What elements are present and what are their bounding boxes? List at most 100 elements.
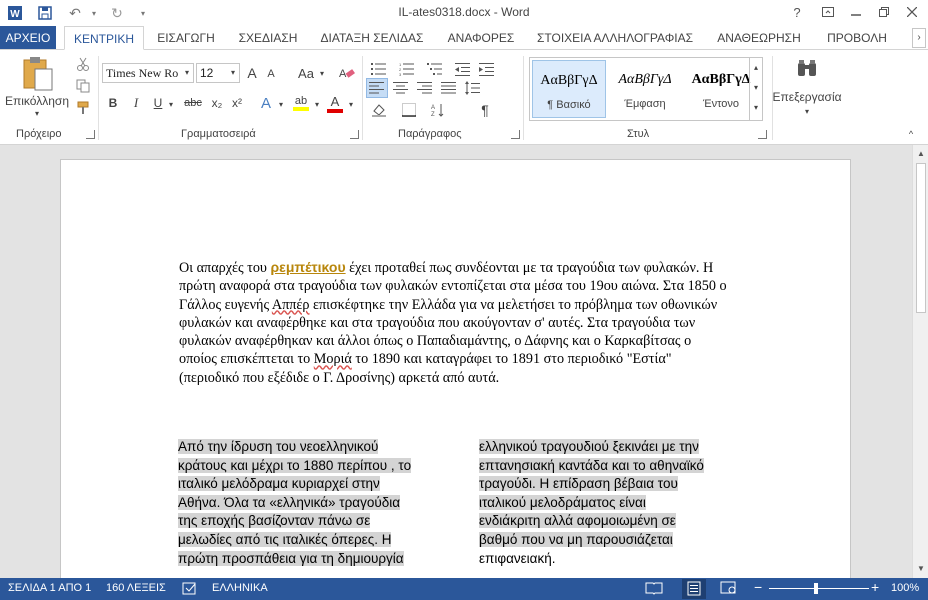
editing-button[interactable]: Επεξεργασία	[772, 90, 841, 104]
editing-dropdown-icon[interactable]: ▾	[801, 106, 813, 116]
style-normal[interactable]: ΑαΒβΓγΔ ¶ Βασικό	[532, 60, 606, 118]
tab-view[interactable]: ΠΡΟΒΟΛΗ	[818, 26, 896, 50]
highlight-button[interactable]: ab	[290, 92, 312, 114]
tab-design[interactable]: ΣΧΕΔΙΑΣΗ	[230, 26, 306, 50]
superscript-button[interactable]: x²	[228, 94, 246, 112]
change-case-button[interactable]: Aa	[294, 64, 318, 82]
tab-page-layout[interactable]: ΔΙΑΤΑΞΗ ΣΕΛΙΔΑΣ	[316, 26, 428, 50]
shrink-font-button[interactable]: A	[263, 66, 279, 82]
tabs-scroll-right-icon[interactable]: ›	[912, 28, 926, 48]
tab-mailings[interactable]: ΣΤΟΙΧΕΙΑ ΑΛΛΗΛΟΓΡΑΦΙΑΣ	[532, 26, 698, 50]
format-painter-icon[interactable]	[74, 100, 92, 116]
scroll-up-icon[interactable]: ▲	[915, 147, 927, 161]
numbering-icon[interactable]: 123	[396, 60, 418, 78]
clear-formatting-icon[interactable]: A	[337, 64, 357, 82]
proofing-icon[interactable]	[182, 582, 198, 598]
clipboard-launcher-icon[interactable]	[86, 130, 95, 139]
zoom-slider[interactable]	[769, 588, 869, 589]
change-case-dropdown-icon[interactable]: ▾	[317, 67, 327, 79]
highlight-dropdown-icon[interactable]: ▾	[312, 98, 322, 110]
document-area[interactable]: Οι απαρχές του ρεμπέτικου έχει προταθεί …	[0, 145, 912, 578]
tab-references[interactable]: ΑΝΑΦΟΡΕΣ	[440, 26, 522, 50]
intro-paragraph[interactable]: Οι απαρχές του ρεμπέτικου έχει προταθεί …	[179, 258, 729, 387]
font-name-box[interactable]: Times New Ro ▾	[102, 63, 194, 83]
text-effects-button[interactable]: A	[256, 94, 276, 112]
close-icon[interactable]	[899, 2, 925, 22]
underline-button[interactable]: U	[150, 94, 166, 112]
decrease-indent-icon[interactable]	[452, 60, 474, 78]
zoom-out-button[interactable]: −	[754, 579, 762, 595]
bullets-icon[interactable]	[368, 60, 390, 78]
justify-icon[interactable]	[438, 78, 460, 98]
column-line: μελωδίες από τις ιταλικές όπερες. Η	[178, 531, 448, 550]
font-name-dropdown-icon[interactable]: ▾	[181, 64, 193, 82]
strikethrough-button[interactable]: abc	[180, 94, 206, 112]
restore-icon[interactable]	[871, 2, 897, 22]
cut-icon[interactable]	[74, 56, 92, 72]
find-binoculars-icon[interactable]	[792, 54, 822, 84]
styles-launcher-icon[interactable]	[758, 130, 767, 139]
paragraph-launcher-icon[interactable]	[511, 130, 520, 139]
styles-down-icon[interactable]: ▾	[750, 78, 762, 98]
scroll-thumb[interactable]	[916, 163, 926, 313]
zoom-in-button[interactable]: +	[871, 579, 879, 595]
text-effects-dropdown-icon[interactable]: ▾	[276, 98, 286, 110]
bold-button[interactable]: B	[105, 94, 121, 112]
column-line: Από την ίδρυση του νεοελληνικού	[178, 438, 448, 457]
font-size-box[interactable]: 12 ▾	[196, 63, 240, 83]
font-color-dropdown-icon[interactable]: ▾	[346, 98, 356, 110]
multilevel-list-icon[interactable]	[424, 60, 446, 78]
intro-text-start: Οι απαρχές του	[179, 260, 271, 276]
line-spacing-icon[interactable]	[462, 78, 484, 98]
underline-dropdown-icon[interactable]: ▾	[166, 98, 176, 110]
borders-icon[interactable]	[396, 100, 422, 120]
paste-icon[interactable]	[18, 54, 58, 94]
tab-file[interactable]: ΑΡΧΕΙΟ	[0, 26, 56, 50]
read-mode-icon[interactable]	[645, 581, 663, 598]
tab-review[interactable]: ΑΝΑΘΕΩΡΗΣΗ	[710, 26, 808, 50]
spelling-error-word[interactable]: Αππέρ	[272, 297, 310, 313]
styles-up-icon[interactable]: ▴	[750, 58, 762, 78]
minimize-icon[interactable]	[843, 2, 869, 22]
style-emphasis-sample: ΑαΒβΓγΔ	[618, 72, 672, 87]
shading-icon[interactable]	[366, 100, 392, 120]
italic-button[interactable]: I	[128, 94, 144, 112]
copy-icon[interactable]	[74, 78, 92, 94]
vertical-scrollbar[interactable]: ▲ ▼	[912, 145, 928, 578]
help-button[interactable]: ?	[784, 2, 810, 22]
tab-home[interactable]: ΚΕΝΤΡΙΚΗ	[64, 26, 144, 50]
zoom-level[interactable]: 100%	[891, 582, 919, 594]
font-size-dropdown-icon[interactable]: ▾	[227, 64, 239, 82]
ribbon-display-icon[interactable]	[815, 2, 841, 22]
align-left-icon[interactable]	[366, 78, 388, 98]
spelling-error-word[interactable]: Μοριά	[314, 351, 352, 367]
language[interactable]: ΕΛΛΗΝΙΚΑ	[212, 582, 268, 594]
paste-dropdown-icon[interactable]: ▾	[30, 108, 44, 118]
zoom-slider-thumb[interactable]	[814, 583, 818, 594]
paste-button[interactable]: Επικόλληση	[2, 94, 72, 108]
scroll-down-icon[interactable]: ▼	[915, 562, 927, 576]
print-layout-icon[interactable]	[682, 579, 706, 599]
style-emphasis-name: Έμφαση	[624, 98, 666, 110]
grow-font-button[interactable]: A	[244, 64, 260, 82]
document-page[interactable]: Οι απαρχές του ρεμπέτικου έχει προταθεί …	[60, 159, 851, 578]
collapse-ribbon-icon[interactable]: ^	[904, 128, 918, 140]
style-strong[interactable]: ΑαΒβΓγΔ Έντονο	[684, 60, 758, 118]
left-column[interactable]: Από την ίδρυση του νεοελληνικού κράτους κ…	[178, 438, 448, 568]
word-count[interactable]: 160 ΛΕΞΕΙΣ	[106, 582, 166, 594]
styles-more-icon[interactable]: ▾	[750, 98, 762, 118]
show-marks-button[interactable]: ¶	[474, 100, 496, 120]
increase-indent-icon[interactable]	[476, 60, 498, 78]
align-right-icon[interactable]	[414, 78, 436, 98]
page-count[interactable]: ΣΕΛΙΔΑ 1 ΑΠΟ 1	[8, 582, 91, 594]
align-center-icon[interactable]	[390, 78, 412, 98]
font-color-button[interactable]: A	[324, 92, 346, 114]
rebetiko-word[interactable]: ρεμπέτικου	[271, 259, 346, 275]
right-column[interactable]: ελληνικού τραγουδιού ξεκινάει με την επτα…	[479, 438, 759, 568]
font-launcher-icon[interactable]	[350, 130, 359, 139]
style-emphasis[interactable]: ΑαΒβΓγΔ Έμφαση	[608, 60, 682, 118]
subscript-button[interactable]: x₂	[208, 94, 226, 112]
tab-insert[interactable]: ΕΙΣΑΓΩΓΗ	[148, 26, 224, 50]
web-layout-icon[interactable]	[720, 581, 738, 598]
sort-icon[interactable]: AZ	[428, 100, 450, 120]
